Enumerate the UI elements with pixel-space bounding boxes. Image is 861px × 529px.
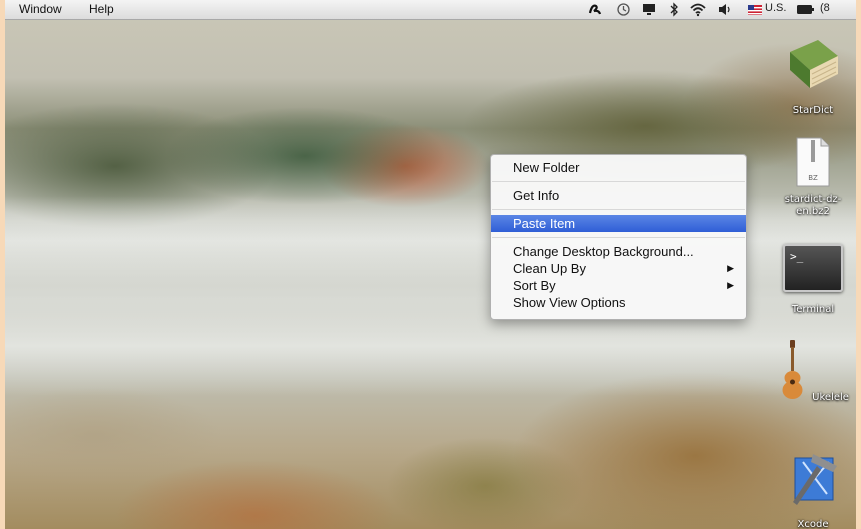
icon-label: StarDict bbox=[792, 105, 834, 116]
icon-label: Xcode bbox=[797, 519, 829, 529]
battery-icon[interactable] bbox=[796, 2, 816, 17]
submenu-arrow-icon: ▶ bbox=[727, 280, 734, 290]
input-source-label[interactable]: U.S. bbox=[765, 2, 786, 17]
desktop-icon-terminal[interactable]: >_ Terminal bbox=[773, 244, 853, 316]
terminal-prompt: >_ bbox=[790, 250, 804, 263]
menu-item-show-view-options[interactable]: Show View Options bbox=[491, 294, 746, 311]
menu-item-change-desktop-background[interactable]: Change Desktop Background... bbox=[491, 243, 746, 260]
xcode-icon bbox=[793, 454, 837, 505]
icon-label: stardict-dz-en.bz2 bbox=[784, 194, 842, 217]
menu-item-sort-by[interactable]: Sort By ▶ bbox=[491, 277, 746, 294]
display-icon[interactable] bbox=[641, 2, 657, 17]
desktop-icon-xcode[interactable]: Xcode bbox=[773, 452, 853, 529]
menu-separator bbox=[492, 209, 745, 210]
menu-separator bbox=[492, 237, 745, 238]
archive-icon: BZ bbox=[796, 137, 830, 187]
archive-badge: BZ bbox=[808, 174, 818, 182]
desktop-icon-archive[interactable]: BZ stardict-dz-en.bz2 bbox=[773, 136, 853, 218]
desktop-icon-stardict[interactable]: StarDict bbox=[773, 36, 853, 117]
submenu-arrow-icon: ▶ bbox=[727, 263, 734, 273]
bluetooth-icon[interactable] bbox=[669, 2, 679, 17]
battery-percent: (8 bbox=[820, 2, 830, 14]
desktop-icon-ukelele[interactable]: Ukelele bbox=[773, 338, 853, 404]
ukulele-icon bbox=[782, 340, 803, 399]
menu-window[interactable]: Window bbox=[19, 2, 62, 16]
desktop-context-menu: New Folder Get Info Paste Item Change De… bbox=[490, 154, 747, 320]
screen: Window Help U.S. (8 StarDict BZ stardict… bbox=[5, 0, 856, 529]
icon-label: Terminal bbox=[791, 304, 835, 315]
book-icon bbox=[790, 40, 838, 88]
volume-icon[interactable] bbox=[717, 2, 732, 17]
menu-item-new-folder[interactable]: New Folder bbox=[491, 159, 746, 176]
flag-icon[interactable] bbox=[747, 2, 763, 17]
icon-label: Ukelele bbox=[812, 392, 849, 403]
wifi-icon[interactable] bbox=[689, 2, 707, 17]
menu-separator bbox=[492, 181, 745, 182]
terminal-icon: >_ bbox=[783, 244, 843, 292]
script-icon[interactable] bbox=[587, 2, 603, 17]
menu-item-get-info[interactable]: Get Info bbox=[491, 187, 746, 204]
menu-bar: Window Help U.S. (8 bbox=[5, 0, 856, 20]
time-machine-icon[interactable] bbox=[616, 2, 631, 17]
menu-item-paste-item[interactable]: Paste Item bbox=[491, 215, 746, 232]
menu-item-clean-up-by[interactable]: Clean Up By ▶ bbox=[491, 260, 746, 277]
menu-help[interactable]: Help bbox=[89, 2, 114, 16]
